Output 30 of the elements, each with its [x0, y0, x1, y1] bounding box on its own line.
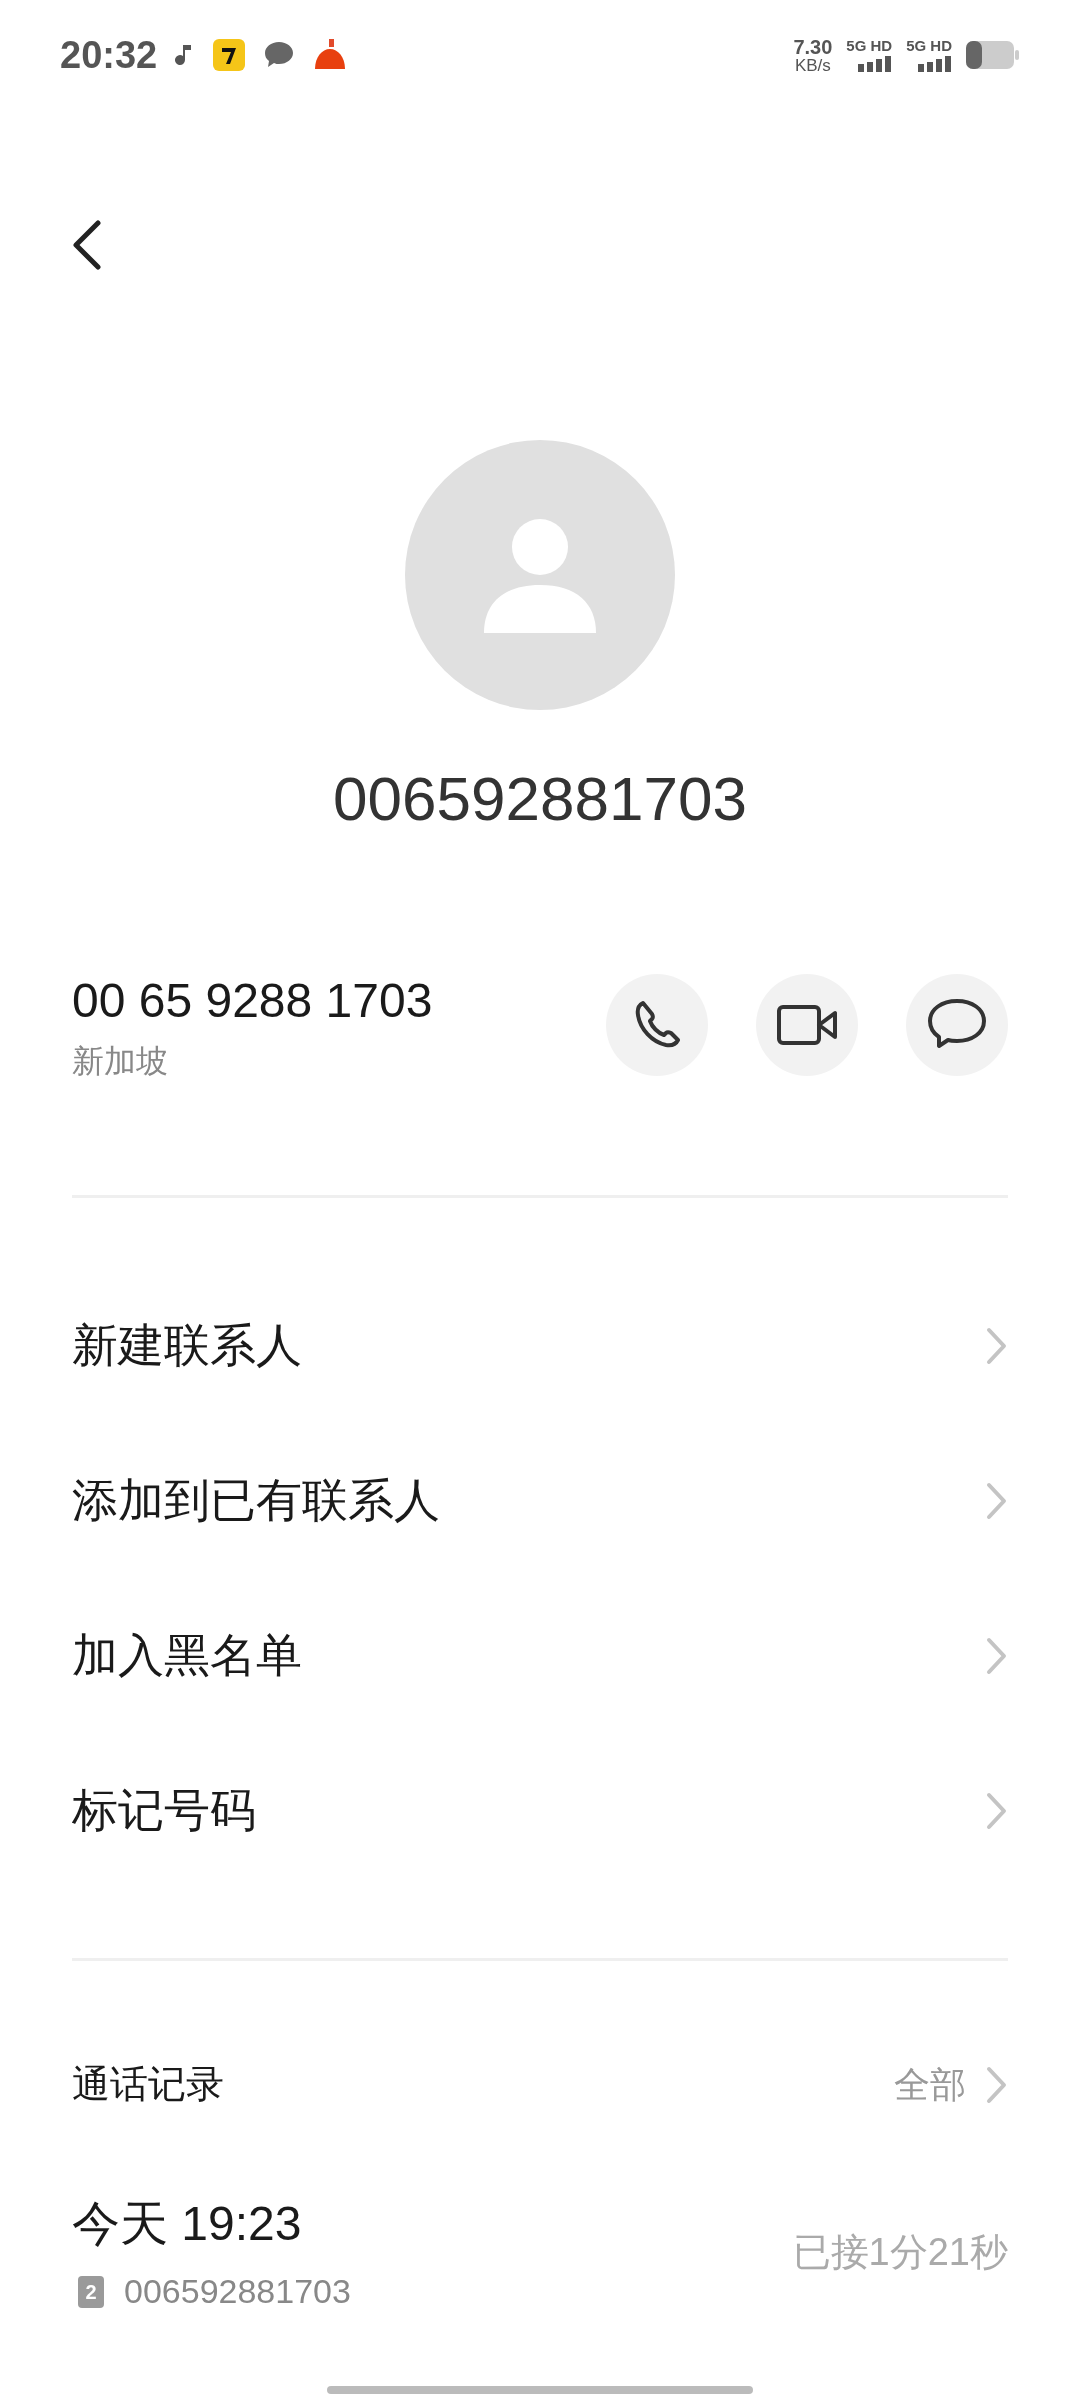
menu-item[interactable]: 添加到已有联系人 — [0, 1423, 1080, 1578]
chat-bubble-icon — [263, 40, 296, 70]
chevron-icon — [986, 1790, 1008, 1831]
menu-item[interactable]: 加入黑名单 — [0, 1578, 1080, 1733]
signal-icon — [856, 56, 893, 72]
chevron-icon — [986, 1480, 1008, 1521]
contact-title: 006592881703 — [333, 763, 747, 835]
battery-icon — [966, 41, 1020, 69]
network-label: 5G HD — [906, 38, 952, 53]
phone-number: 00 65 9288 1703 — [72, 973, 433, 1029]
menu-item[interactable]: 标记号码 — [0, 1733, 1080, 1888]
person-icon — [484, 517, 596, 633]
chevron-icon — [986, 1325, 1008, 1366]
app-cat-icon — [213, 39, 246, 71]
menu-item[interactable]: 新建联系人 — [0, 1268, 1080, 1423]
chevron-icon — [986, 2064, 1008, 2105]
status-time: 20:32 — [60, 32, 158, 78]
sim-icon: 2 — [78, 2275, 104, 2308]
app-dome-icon — [313, 39, 348, 71]
call-number: 006592881703 — [124, 2271, 351, 2312]
call-log-title: 通话记录 — [72, 2062, 224, 2107]
network-label: 5G HD — [846, 38, 893, 53]
chevron-icon — [986, 1635, 1008, 1676]
call-time: 今天 19:23 — [72, 2196, 303, 2252]
speed-unit: KB/s — [794, 56, 831, 74]
network-speed: 7.30 — [793, 36, 833, 57]
call-status: 已接1分21秒 — [792, 2230, 1008, 2275]
back-icon[interactable] — [72, 220, 102, 270]
number-location: 新加坡 — [72, 1042, 169, 1081]
signal-icon — [916, 56, 952, 72]
